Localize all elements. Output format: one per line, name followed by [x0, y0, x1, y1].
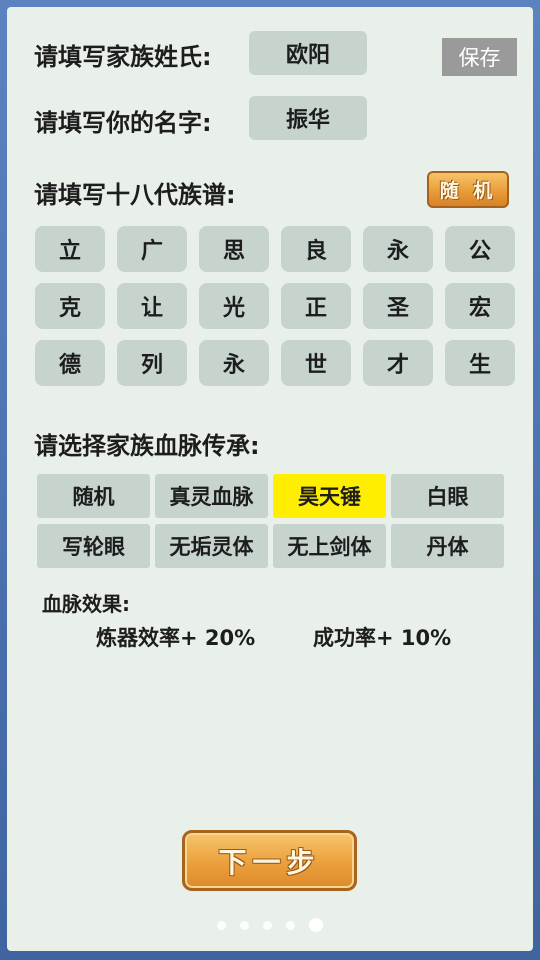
bloodline-grid: 随机 真灵血脉 昊天锤 白眼 写轮眼 无垢灵体 无上剑体 丹体	[37, 474, 504, 568]
page-dot-active[interactable]	[309, 918, 323, 932]
genealogy-char-7[interactable]: 克	[35, 283, 105, 329]
genealogy-char-1[interactable]: 立	[35, 226, 105, 272]
bloodline-option[interactable]: 真灵血脉	[155, 474, 268, 518]
bloodline-option[interactable]: 昊天锤	[273, 474, 386, 518]
genealogy-char-18[interactable]: 生	[445, 340, 515, 386]
page-dot[interactable]	[263, 920, 272, 930]
save-button[interactable]: 保存	[442, 38, 517, 76]
genealogy-label: 请填写十八代族谱:	[34, 181, 236, 209]
genealogy-char-12[interactable]: 宏	[445, 283, 515, 329]
given-name-field[interactable]: 振华	[249, 96, 367, 140]
bloodline-effect-item: 成功率+ 10%	[313, 626, 452, 650]
page-dot[interactable]	[217, 920, 226, 930]
genealogy-char-15[interactable]: 永	[199, 340, 269, 386]
bloodline-option[interactable]: 写轮眼	[37, 524, 150, 568]
genealogy-char-16[interactable]: 世	[281, 340, 351, 386]
genealogy-char-10[interactable]: 正	[281, 283, 351, 329]
page-dot[interactable]	[240, 920, 249, 930]
genealogy-char-14[interactable]: 列	[117, 340, 187, 386]
genealogy-char-5[interactable]: 永	[363, 226, 433, 272]
genealogy-char-8[interactable]: 让	[117, 283, 187, 329]
genealogy-char-17[interactable]: 才	[363, 340, 433, 386]
family-name-label: 请填写家族姓氏:	[34, 43, 212, 71]
given-name-label: 请填写你的名字:	[34, 109, 212, 137]
random-genealogy-button[interactable]: 随 机	[427, 171, 509, 208]
next-step-button[interactable]: 下一步	[182, 830, 357, 891]
bloodline-label: 请选择家族血脉传承:	[34, 432, 260, 460]
page-indicator	[0, 918, 540, 932]
bloodline-effect-title: 血脉效果:	[42, 592, 130, 616]
genealogy-char-6[interactable]: 公	[445, 226, 515, 272]
bloodline-option[interactable]: 随机	[37, 474, 150, 518]
genealogy-char-3[interactable]: 思	[199, 226, 269, 272]
genealogy-char-11[interactable]: 圣	[363, 283, 433, 329]
bloodline-option[interactable]: 无垢灵体	[155, 524, 268, 568]
bloodline-option[interactable]: 无上剑体	[273, 524, 386, 568]
genealogy-char-4[interactable]: 良	[281, 226, 351, 272]
bloodline-option[interactable]: 丹体	[391, 524, 504, 568]
genealogy-grid: 立 广 思 良 永 公 克 让 光 正 圣 宏 德 列 永 世 才 生	[35, 226, 515, 386]
bloodline-option[interactable]: 白眼	[391, 474, 504, 518]
genealogy-char-9[interactable]: 光	[199, 283, 269, 329]
page-dot[interactable]	[286, 920, 295, 930]
genealogy-char-2[interactable]: 广	[117, 226, 187, 272]
genealogy-char-13[interactable]: 德	[35, 340, 105, 386]
family-name-field[interactable]: 欧阳	[249, 31, 367, 75]
bloodline-effect-item: 炼器效率+ 20%	[96, 626, 256, 650]
